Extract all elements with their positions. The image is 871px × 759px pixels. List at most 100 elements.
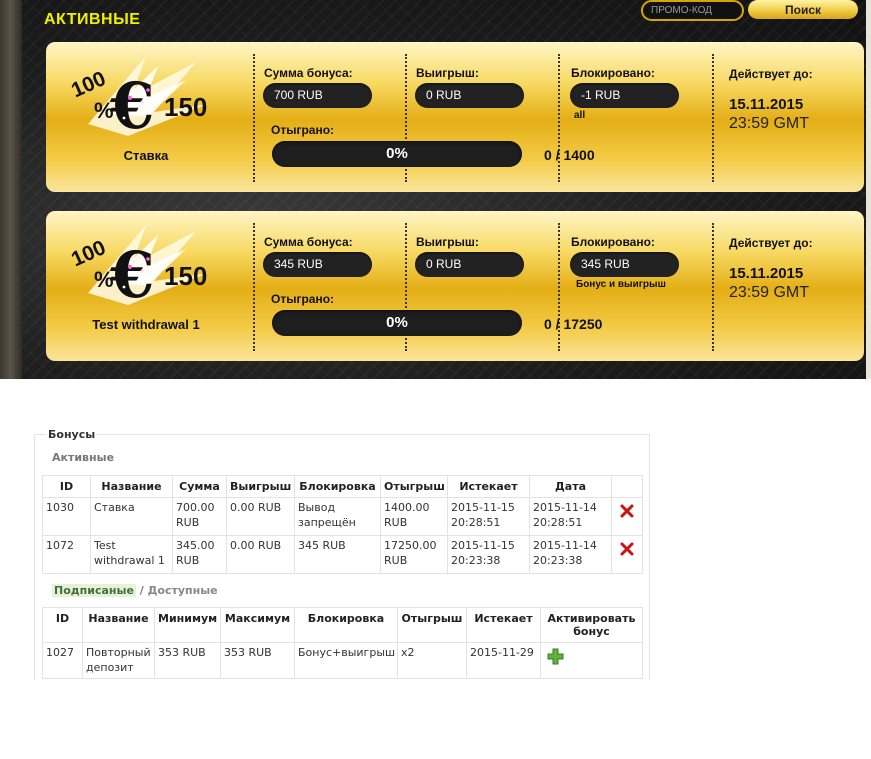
column-header: ID — [42, 607, 83, 643]
active-bonuses-table: ID Название Сумма Выигрыш Блокировка Оты… — [42, 475, 643, 574]
bonus-list-tabs: Подписаные / Доступные — [52, 584, 218, 597]
valid-until-date: 15.11.2015 — [729, 96, 804, 113]
logo-amount: 150 — [164, 92, 207, 122]
column-header: Название — [82, 607, 155, 643]
wager-progress-text: 0% — [386, 145, 408, 162]
section-title: АКТИВНЫЕ — [44, 11, 141, 28]
column-header: Активировать бонус — [540, 607, 643, 643]
delete-icon[interactable] — [620, 542, 634, 556]
cell-amount: 700.00 RUB — [172, 497, 227, 536]
column-header: Отыгрыш — [380, 475, 448, 498]
logo-currency: € — [109, 69, 155, 140]
cell-date: 2015-11-14 20:28:51 — [529, 497, 612, 536]
valid-until-date: 15.11.2015 — [729, 265, 804, 282]
promo-code-input[interactable] — [641, 0, 744, 21]
admin-bonuses-section: Бонусы Активные ID Название Сумма Выигры… — [34, 428, 650, 680]
bonus-amount-value: 345 RUB — [263, 252, 372, 277]
column-header: Максимум — [220, 607, 295, 643]
tab-available[interactable]: Доступные — [148, 584, 218, 597]
tab-subscribed[interactable]: Подписаные — [52, 584, 136, 597]
blocked-value: 345 RUB — [570, 252, 679, 277]
column-header-actions — [611, 475, 643, 498]
column-divider — [253, 54, 255, 182]
wagered-label: Отыграно: — [271, 292, 335, 306]
cell-expires: 2015-11-29 — [466, 642, 541, 679]
admin-bonuses-legend: Бонусы — [46, 428, 98, 441]
bonus-card: 100 % € 150 Ставка Сумма бонуса: 700 RUB… — [46, 42, 864, 192]
column-header: Выигрыш — [226, 475, 295, 498]
table-row: 1072 Test withdrawal 1 345.00 RUB 0.00 R… — [42, 535, 643, 574]
cell-date: 2015-11-14 20:23:38 — [529, 535, 612, 574]
table-header-row: ID Название Минимум Максимум Блокировка … — [42, 607, 643, 643]
logo-currency: € — [109, 238, 155, 309]
cell-maximum: 353 RUB — [220, 642, 295, 679]
column-header: Блокировка — [294, 475, 381, 498]
bonus-card: 100 % € 150 Test withdrawal 1 Сумма бону… — [46, 211, 864, 361]
cell-delete — [611, 535, 643, 574]
right-edge-strip — [866, 0, 871, 379]
wagered-label: Отыграно: — [271, 123, 335, 137]
column-header: Сумма — [172, 475, 227, 498]
cell-wager: x2 — [397, 642, 467, 679]
cell-blocking: Бонус+выигрыш — [294, 642, 398, 679]
table-row: 1027 Повторный депозит 353 RUB 353 RUB Б… — [42, 642, 643, 679]
cell-activate — [540, 642, 643, 679]
wager-count: 0 / 17250 — [544, 316, 603, 332]
wager-count: 0 / 1400 — [544, 147, 595, 163]
bonus-logo-icon: 100 % € 150 — [68, 225, 208, 309]
cell-id: 1027 — [42, 642, 83, 679]
column-divider — [712, 223, 714, 351]
winnings-value: 0 RUB — [415, 252, 524, 277]
winnings-label: Выигрыш: — [416, 66, 479, 80]
bonus-amount-label: Сумма бонуса: — [264, 66, 353, 80]
delete-icon[interactable] — [620, 504, 634, 518]
cell-name: Повторный депозит — [82, 642, 155, 679]
cell-wager: 17250.00 RUB — [380, 535, 448, 574]
cell-amount: 345.00 RUB — [172, 535, 227, 574]
blocked-note: all — [574, 110, 586, 121]
available-bonuses-table: ID Название Минимум Максимум Блокировка … — [42, 607, 643, 679]
logo-percent: 100 — [68, 236, 109, 271]
blocked-value: -1 RUB — [570, 83, 679, 108]
bonus-name: Ставка — [123, 148, 169, 163]
blocked-label: Блокировано: — [571, 66, 655, 80]
column-header: Истекает — [447, 475, 530, 498]
column-header: Минимум — [154, 607, 221, 643]
add-icon[interactable] — [547, 648, 564, 665]
cell-blocking: 345 RUB — [294, 535, 381, 574]
tab-separator: / — [135, 584, 148, 597]
winnings-label: Выигрыш: — [416, 235, 479, 249]
column-header: Отыгрыш — [397, 607, 467, 643]
search-button[interactable]: Поиск — [748, 0, 858, 19]
cell-name: Test withdrawal 1 — [90, 535, 173, 574]
blocked-note: Бонус и выигрыш — [576, 279, 666, 290]
wager-progress-bar: 0% — [272, 141, 522, 167]
logo-amount: 150 — [164, 261, 207, 291]
cell-blocking: Вывод запрещён — [294, 497, 381, 536]
column-header: Истекает — [466, 607, 541, 643]
active-bonuses-panel: АКТИВНЫЕ Поиск 100 % € 150 Ставка Сумма … — [0, 0, 871, 379]
blocked-label: Блокировано: — [571, 235, 655, 249]
column-header: Дата — [529, 475, 612, 498]
bonus-amount-value: 700 RUB — [263, 83, 372, 108]
column-header: ID — [42, 475, 91, 498]
bonus-logo-icon: 100 % € 150 — [68, 56, 208, 140]
bonus-amount-label: Сумма бонуса: — [264, 235, 353, 249]
table-row: 1030 Ставка 700.00 RUB 0.00 RUB Вывод за… — [42, 497, 643, 536]
cell-minimum: 353 RUB — [154, 642, 221, 679]
column-header: Блокировка — [294, 607, 398, 643]
bonus-name: Test withdrawal 1 — [92, 317, 200, 332]
logo-percent: 100 — [68, 67, 109, 102]
cell-delete — [611, 497, 643, 536]
column-header: Название — [90, 475, 173, 498]
column-divider — [712, 54, 714, 182]
winnings-value: 0 RUB — [415, 83, 524, 108]
valid-until-time: 23:59 GMT — [729, 115, 810, 132]
wager-progress-text: 0% — [386, 314, 408, 331]
cell-expires: 2015-11-15 20:28:51 — [447, 497, 530, 536]
cell-winnings: 0.00 RUB — [226, 535, 295, 574]
cell-id: 1072 — [42, 535, 91, 574]
cell-name: Ставка — [90, 497, 173, 536]
cell-expires: 2015-11-15 20:23:38 — [447, 535, 530, 574]
cell-id: 1030 — [42, 497, 91, 536]
